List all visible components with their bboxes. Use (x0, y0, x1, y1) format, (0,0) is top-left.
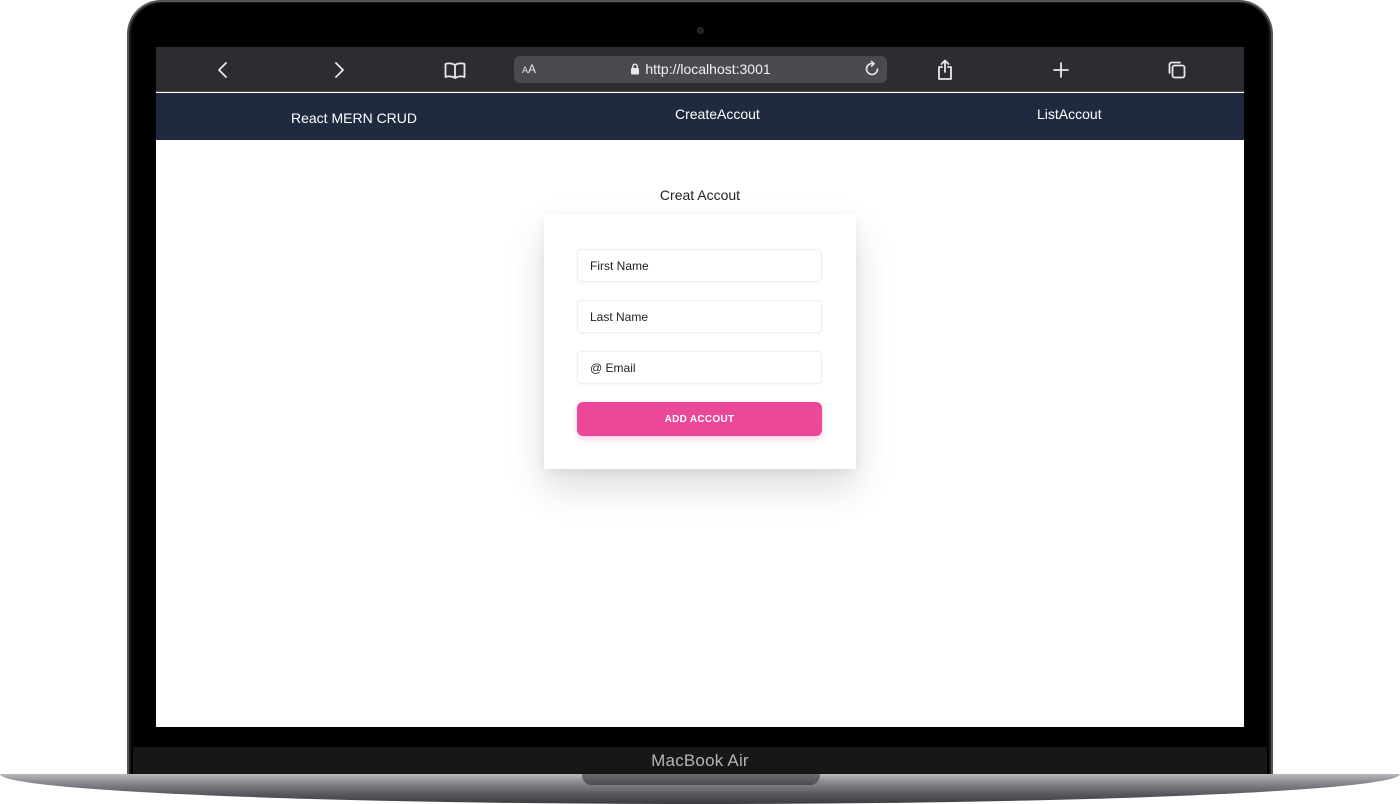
camera-icon (697, 27, 704, 34)
address-bar[interactable]: AAAA http://localhost:3001 (514, 56, 887, 83)
email-input[interactable] (577, 351, 822, 384)
new-tab-icon[interactable] (1048, 57, 1074, 83)
last-name-input[interactable] (577, 300, 822, 333)
share-icon[interactable] (932, 57, 958, 83)
browser-screen: AAAA http://localhost:3001 React MERN CR… (156, 47, 1244, 727)
nav-link-create-account[interactable]: CreateAccout (675, 106, 760, 122)
nav-brand-link[interactable]: React MERN CRUD (291, 110, 417, 126)
reload-icon[interactable] (863, 60, 881, 78)
add-account-button[interactable]: ADD ACCOUT (577, 402, 822, 436)
browser-toolbar: AAAA http://localhost:3001 (156, 47, 1244, 92)
lock-icon (630, 62, 640, 78)
nav-link-list-account[interactable]: ListAccout (1037, 106, 1102, 122)
laptop-notch (582, 774, 820, 785)
tabs-icon[interactable] (1164, 57, 1190, 83)
forward-icon[interactable] (326, 57, 352, 83)
url-display[interactable]: http://localhost:3001 (514, 61, 887, 78)
first-name-input[interactable] (577, 249, 822, 282)
back-icon[interactable] (210, 57, 236, 83)
create-account-form-card: ADD ACCOUT (544, 214, 856, 469)
url-text: http://localhost:3001 (645, 61, 771, 77)
bookmarks-icon[interactable] (442, 57, 468, 83)
app-navbar: React MERN CRUD CreateAccout ListAccout (156, 93, 1244, 140)
page-title: Creat Accout (659, 187, 741, 203)
device-label: MacBook Air (651, 751, 749, 770)
